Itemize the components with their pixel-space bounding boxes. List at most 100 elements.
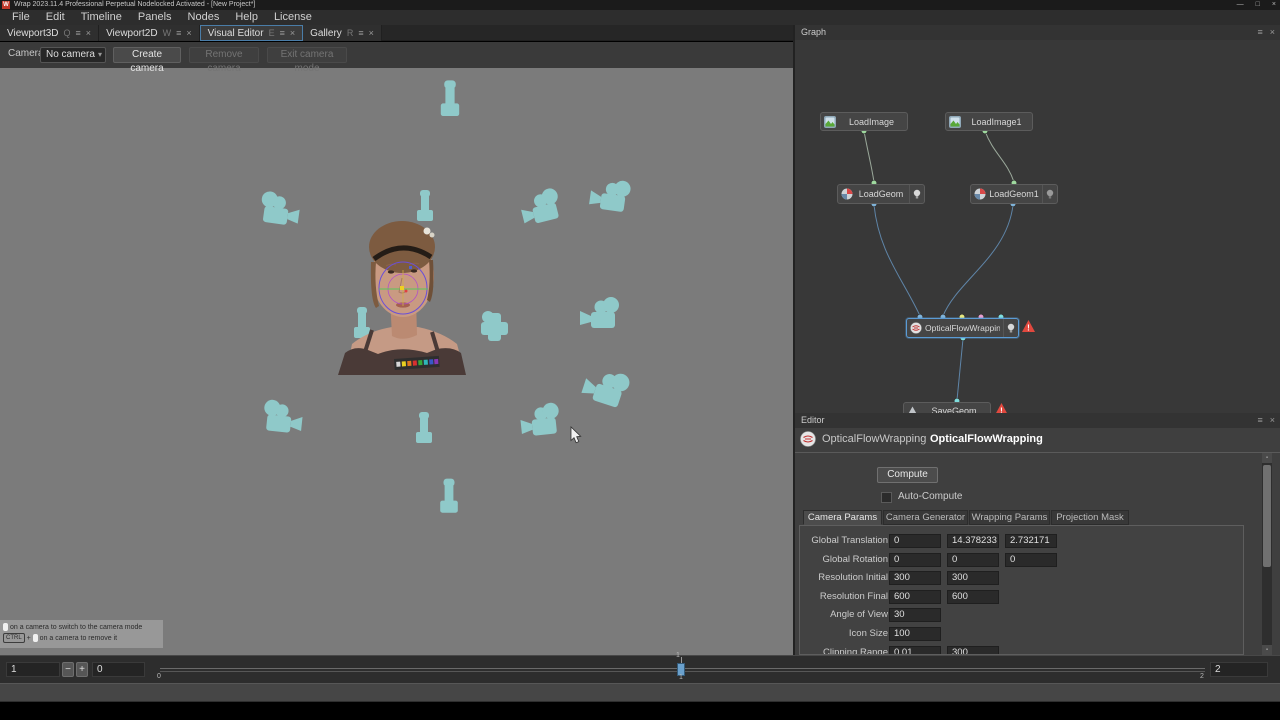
camera-icon[interactable] [417, 190, 433, 221]
tab-menu-icon[interactable]: ≡ [358, 28, 363, 38]
viewport-3d[interactable]: Camera No camera ▾ Create camera Remove … [0, 42, 793, 655]
menu-help[interactable]: Help [227, 10, 266, 25]
menu-timeline[interactable]: Timeline [73, 10, 130, 25]
param-input[interactable]: 600 [889, 590, 941, 604]
camera-icon[interactable] [580, 297, 619, 328]
camera-icon[interactable] [441, 80, 459, 116]
tab-visual-editor[interactable]: Visual Editor E ≡ × [200, 25, 304, 41]
graph-node-opticalflowwrapping[interactable]: OpticalFlowWrapping [906, 318, 1019, 338]
camera-icon[interactable] [518, 187, 563, 227]
menu-bar: File Edit Timeline Panels Nodes Help Lic… [0, 10, 1280, 25]
menu-panels[interactable]: Panels [130, 10, 180, 25]
camera-icon[interactable] [589, 177, 632, 213]
menu-license[interactable]: License [266, 10, 320, 25]
lightbulb-icon[interactable] [909, 185, 921, 203]
camera-icon[interactable] [259, 190, 302, 226]
maximize-button[interactable]: □ [1256, 0, 1260, 10]
tab-menu-icon[interactable]: ≡ [280, 28, 285, 38]
minimize-button[interactable]: — [1237, 0, 1244, 10]
face-model[interactable] [338, 221, 466, 375]
camera-icon[interactable] [519, 402, 561, 437]
graph-node-loadgeom[interactable]: LoadGeom [837, 184, 925, 204]
create-camera-button[interactable]: Create camera [113, 47, 181, 63]
panel-close-icon[interactable]: × [1270, 413, 1275, 428]
camera-icon[interactable] [481, 311, 508, 341]
node-connections [795, 41, 1280, 413]
scroll-up-icon[interactable]: ▪ [1262, 453, 1272, 463]
tick-2: 2 [1200, 673, 1204, 680]
panel-menu-icon[interactable]: ≡ [1257, 25, 1262, 40]
tab-camera-params[interactable]: Camera Params [803, 510, 882, 525]
camera-icon[interactable] [354, 307, 370, 338]
close-button[interactable]: × [1272, 0, 1276, 10]
param-input[interactable]: 0.01 [889, 646, 941, 655]
tab-wrapping-params[interactable]: Wrapping Params [969, 510, 1050, 525]
title-bar: W Wrap 2023.11.4 Professional Perpetual … [0, 0, 1280, 10]
camera-icon[interactable] [580, 364, 631, 410]
frame-increment-button[interactable]: + [76, 662, 88, 677]
graph-node-loadgeom1[interactable]: LoadGeom1 [970, 184, 1058, 204]
range-end-input[interactable]: 2 [1210, 662, 1268, 677]
node-label: LoadGeom [856, 189, 906, 199]
panel-close-icon[interactable]: × [1270, 25, 1275, 40]
tab-camera-generator[interactable]: Camera Generator [883, 510, 968, 525]
camera-icon[interactable] [440, 479, 458, 513]
param-input[interactable]: 600 [947, 590, 999, 604]
param-input[interactable]: 100 [889, 627, 941, 641]
tab-menu-icon[interactable]: ≡ [176, 28, 181, 38]
tab-gallery[interactable]: Gallery R ≡ × [303, 25, 382, 41]
node-label: LoadImage [839, 117, 904, 127]
camera-icon[interactable] [416, 412, 432, 443]
scene-canvas[interactable] [0, 42, 793, 655]
param-input[interactable]: 30 [889, 608, 941, 622]
mouse-cursor [571, 427, 581, 443]
mouse-icon [33, 634, 38, 642]
node-label: LoadGeom1 [989, 189, 1039, 199]
frame-input[interactable]: 1 [6, 662, 60, 677]
chevron-down-icon: ▾ [98, 48, 102, 62]
tab-close-icon[interactable]: × [369, 28, 374, 38]
tab-viewport2d[interactable]: Viewport2D W ≡ × [99, 25, 200, 41]
frame-decrement-button[interactable]: − [62, 662, 74, 677]
param-input[interactable]: 14.378233 [947, 534, 999, 548]
scrollbar-thumb[interactable] [1263, 465, 1271, 567]
param-input[interactable]: 2.732171 [1005, 534, 1057, 548]
tab-viewport3d[interactable]: Viewport3D Q ≡ × [0, 25, 99, 41]
tab-close-icon[interactable]: × [86, 28, 91, 38]
param-label: Resolution Final [804, 590, 888, 604]
param-input[interactable]: 300 [889, 571, 941, 585]
tab-label: Visual Editor [208, 28, 264, 39]
tab-close-icon[interactable]: × [290, 28, 295, 38]
app-window: W Wrap 2023.11.4 Professional Perpetual … [0, 0, 1280, 720]
camera-select-dropdown[interactable]: No camera ▾ [40, 47, 106, 63]
graph-node-savegeom[interactable]: SaveGeom [903, 402, 991, 413]
lightbulb-icon[interactable] [1003, 319, 1015, 337]
param-row: Resolution Initial 300 300 [800, 571, 1243, 585]
editor-scrollbar[interactable]: ▪ ▪ [1262, 453, 1272, 655]
range-start-input[interactable]: 0 [92, 662, 145, 677]
hint-line2: on a camera to remove it [40, 635, 117, 642]
param-input[interactable]: 0 [889, 534, 941, 548]
compute-button[interactable]: Compute [877, 467, 938, 483]
auto-compute-checkbox[interactable] [881, 492, 892, 503]
tab-menu-icon[interactable]: ≡ [76, 28, 81, 38]
camera-icon[interactable] [262, 399, 304, 434]
panel-menu-icon[interactable]: ≡ [1257, 413, 1262, 428]
param-input[interactable]: 0 [889, 553, 941, 567]
scroll-down-icon[interactable]: ▪ [1262, 645, 1272, 655]
graph-node-loadimage[interactable]: LoadImage [820, 112, 908, 131]
tab-close-icon[interactable]: × [186, 28, 191, 38]
param-input[interactable]: 300 [947, 571, 999, 585]
menu-file[interactable]: File [4, 10, 38, 25]
tab-shortcut: E [269, 28, 275, 38]
graph-node-loadimage1[interactable]: LoadImage1 [945, 112, 1033, 131]
menu-nodes[interactable]: Nodes [180, 10, 228, 25]
lightbulb-icon[interactable] [1042, 185, 1054, 203]
param-input[interactable]: 0 [1005, 553, 1057, 567]
graph-panel-header: Graph ≡ × [795, 25, 1280, 40]
param-input[interactable]: 300 [947, 646, 999, 655]
param-label: Icon Size [804, 627, 888, 641]
param-input[interactable]: 0 [947, 553, 999, 567]
tab-projection-mask[interactable]: Projection Mask [1051, 510, 1129, 525]
menu-edit[interactable]: Edit [38, 10, 73, 25]
